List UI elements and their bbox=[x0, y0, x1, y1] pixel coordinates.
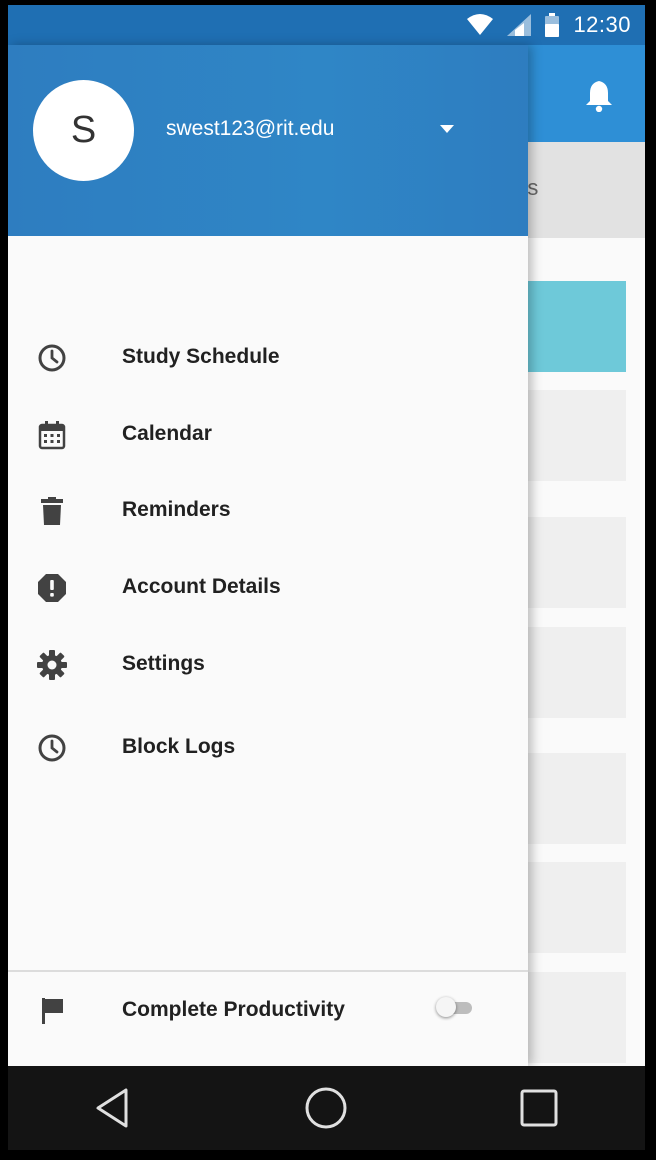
clock-icon bbox=[38, 734, 66, 762]
trash-icon bbox=[41, 497, 63, 525]
background-card[interactable] bbox=[528, 517, 626, 608]
gear-icon bbox=[37, 650, 67, 680]
account-dropdown-button[interactable] bbox=[432, 117, 462, 141]
recents-button[interactable] bbox=[509, 1078, 569, 1138]
home-button[interactable] bbox=[296, 1078, 356, 1138]
account-email: swest123@rit.edu bbox=[166, 117, 335, 140]
complete-productivity-toggle[interactable] bbox=[436, 995, 476, 1019]
flag-icon bbox=[42, 998, 63, 1024]
menu-item-settings[interactable]: Settings bbox=[8, 635, 528, 695]
background-card[interactable] bbox=[528, 753, 626, 844]
navigation-bar bbox=[8, 1066, 645, 1150]
menu-item-calendar[interactable]: Calendar bbox=[8, 405, 528, 465]
back-icon bbox=[96, 1088, 128, 1128]
menu-item-study-schedule[interactable]: Study Schedule bbox=[8, 328, 528, 388]
status-time: 12:30 bbox=[573, 12, 631, 37]
avatar[interactable]: S bbox=[33, 80, 134, 181]
menu-item-block-logs[interactable]: Block Logs bbox=[8, 718, 528, 778]
avatar-letter: S bbox=[70, 109, 97, 151]
menu-item-label: Account Details bbox=[122, 575, 281, 598]
signal-icon bbox=[507, 14, 532, 36]
wifi-icon bbox=[467, 14, 494, 35]
toggle-thumb bbox=[436, 997, 456, 1017]
back-button[interactable] bbox=[84, 1078, 144, 1138]
complete-productivity-row[interactable]: Complete Productivity bbox=[8, 981, 528, 1041]
drawer-header: S swest123@rit.edu bbox=[8, 45, 528, 236]
drawer-divider bbox=[8, 970, 528, 972]
status-icons: 12:30 bbox=[467, 5, 631, 45]
menu-item-label: Block Logs bbox=[122, 735, 236, 758]
complete-productivity-label: Complete Productivity bbox=[122, 998, 345, 1021]
recents-icon bbox=[520, 1089, 558, 1127]
status-bar: 12:30 bbox=[8, 5, 645, 45]
bell-icon[interactable] bbox=[584, 78, 614, 112]
arrow-drop-down-icon bbox=[440, 125, 454, 133]
background-card[interactable] bbox=[528, 627, 626, 718]
home-icon bbox=[305, 1087, 347, 1129]
background-card[interactable] bbox=[528, 281, 626, 372]
background-card[interactable] bbox=[528, 862, 626, 953]
menu-item-label: Study Schedule bbox=[122, 345, 280, 368]
menu-item-reminders[interactable]: Reminders bbox=[8, 481, 528, 541]
alert-octagon-icon bbox=[38, 574, 66, 602]
menu-item-account-details[interactable]: Account Details bbox=[8, 558, 528, 618]
clock-icon bbox=[38, 344, 66, 372]
calendar-icon bbox=[38, 421, 66, 450]
screen: 12:30 rs S swest123@rit.edu Study Schedu… bbox=[8, 5, 645, 1150]
background-card[interactable] bbox=[528, 390, 626, 481]
navigation-drawer: S swest123@rit.edu Study Schedule Calend… bbox=[8, 45, 528, 1066]
battery-icon bbox=[545, 13, 560, 37]
menu-item-label: Reminders bbox=[122, 498, 231, 521]
menu-item-label: Calendar bbox=[122, 422, 212, 445]
menu-item-label: Settings bbox=[122, 652, 205, 675]
background-card[interactable] bbox=[528, 972, 626, 1063]
